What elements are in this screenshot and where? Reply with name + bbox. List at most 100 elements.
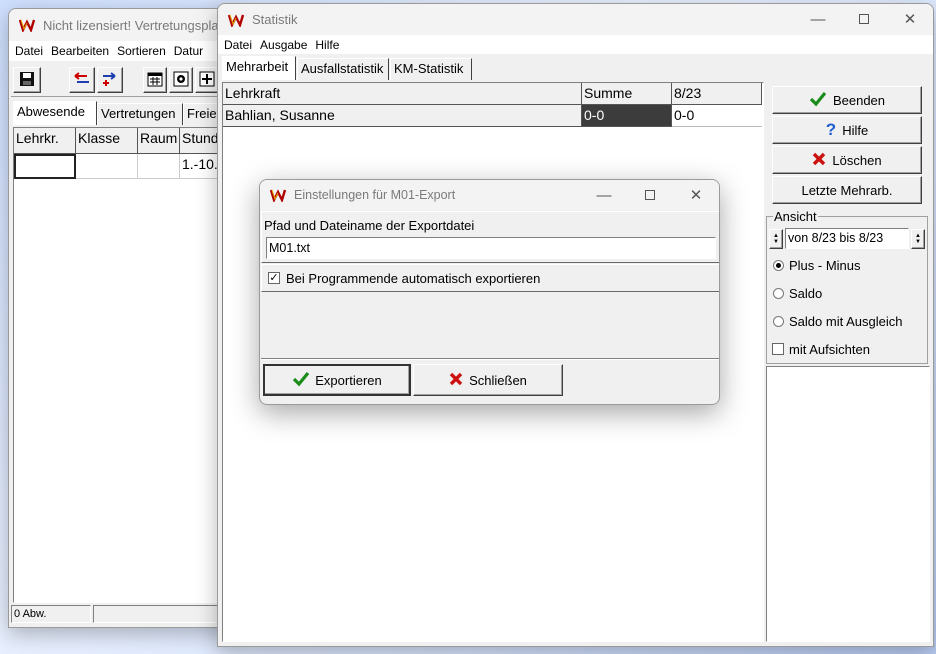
tab-mehrarbeit-label: Mehrarbeit: [226, 59, 289, 74]
arrow-left-icon: [73, 71, 91, 90]
tab-ausfallstatistik-label: Ausfallstatistik: [301, 61, 384, 76]
tab-abwesende[interactable]: Abwesende: [13, 101, 97, 125]
row-header-teacher[interactable]: Bahlian, Susanne: [223, 105, 582, 127]
tab-km-statistik-label: KM-Statistik: [394, 61, 464, 76]
grid-cell-raum[interactable]: [138, 154, 180, 179]
radio-saldo-label: Saldo: [789, 286, 823, 301]
column-header-raum[interactable]: Raum: [138, 128, 180, 154]
x-icon: [812, 152, 826, 169]
maximize-button[interactable]: [627, 180, 673, 210]
grid-cell-klasse[interactable]: [76, 154, 138, 179]
menu-datum[interactable]: Datur: [174, 44, 203, 58]
dialog-title: Einstellungen für M01-Export: [294, 188, 456, 202]
x-icon: [449, 372, 463, 389]
main-menubar: Datei Bearbeiten Sortieren Datur: [9, 41, 237, 61]
tab-abwesende-label: Abwesende: [17, 104, 85, 119]
beenden-button[interactable]: Beenden: [772, 86, 922, 114]
range-increment-button[interactable]: ▲ ▼: [911, 229, 925, 249]
range-field[interactable]: von 8/23 bis 8/23: [785, 228, 909, 249]
radio-saldo-indicator[interactable]: [773, 288, 784, 299]
move-right-button[interactable]: [97, 67, 123, 93]
tab-vertretungen-label: Vertretungen: [101, 106, 176, 121]
maximize-icon: [859, 14, 869, 24]
tab-mehrarbeit[interactable]: Mehrarbeit: [222, 56, 296, 80]
maximize-button[interactable]: [841, 4, 887, 34]
detail-panel[interactable]: [766, 366, 930, 642]
settings-button[interactable]: [169, 67, 193, 93]
arrow-plus-icon: [101, 71, 119, 90]
close-button[interactable]: ✕: [673, 180, 719, 210]
statistik-title: Statistik: [252, 12, 298, 27]
radio-plus-minus-label: Plus - Minus: [789, 258, 861, 273]
checkbox-aufsichten-box[interactable]: [772, 343, 784, 355]
schliessen-button[interactable]: Schließen: [413, 364, 563, 396]
minimize-button[interactable]: —: [581, 180, 627, 210]
spin-down-icon: ▼: [773, 239, 779, 245]
abwesende-grid[interactable]: Lehrkr. Klasse Raum Stund 1.-10.: [13, 127, 237, 603]
main-window-title: Nicht lizensiert! Vertretungsplan f: [43, 17, 234, 33]
schliessen-label: Schließen: [469, 372, 527, 388]
spin-down-icon: ▼: [915, 239, 921, 245]
menu-hilfe[interactable]: Hilfe: [315, 38, 339, 52]
column-header-month[interactable]: 8/23: [672, 83, 762, 105]
auto-export-checkbox[interactable]: ✓: [268, 272, 280, 284]
radio-saldo-ausgleich[interactable]: Saldo mit Ausgleich: [771, 313, 927, 331]
save-button[interactable]: [13, 67, 41, 93]
tab-freie-label: Freie: [187, 106, 217, 121]
close-icon: ✕: [689, 187, 703, 204]
hilfe-button[interactable]: ? Hilfe: [772, 116, 922, 144]
auto-export-label: Bei Programmende automatisch exportieren: [286, 271, 541, 286]
range-text: von 8/23 bis 8/23: [788, 231, 884, 245]
checkbox-aufsichten[interactable]: mit Aufsichten: [771, 341, 921, 359]
exportieren-button[interactable]: Exportieren: [263, 364, 411, 396]
dialog-titlebar: Einstellungen für M01-Export — ✕: [260, 180, 719, 210]
main-titlebar: Nicht lizensiert! Vertretungsplan f: [9, 9, 237, 41]
menu-ausgabe[interactable]: Ausgabe: [260, 38, 307, 52]
save-icon: [19, 71, 35, 90]
minimize-icon: —: [596, 186, 612, 204]
move-left-button[interactable]: [69, 67, 95, 93]
grid-button[interactable]: [195, 67, 219, 93]
letzte-mehrarbeit-button[interactable]: Letzte Mehrarb.: [772, 176, 922, 204]
path-label: Pfad und Dateiname der Exportdatei: [264, 218, 475, 233]
statistik-caption-buttons: — ✕: [795, 4, 933, 34]
minimize-button[interactable]: —: [795, 4, 841, 34]
cell-summe[interactable]: 0-0: [582, 105, 672, 127]
range-decrement-button[interactable]: ▲ ▼: [769, 229, 783, 249]
loeschen-button[interactable]: Löschen: [772, 146, 922, 174]
statistik-titlebar: Statistik — ✕: [218, 4, 933, 35]
radio-saldo[interactable]: Saldo: [771, 285, 921, 303]
statistik-menubar: Datei Ausgabe Hilfe: [218, 35, 933, 54]
main-toolbar: [11, 65, 237, 97]
radio-plus-minus-indicator[interactable]: [773, 260, 784, 271]
tab-vertretungen[interactable]: Vertretungen: [97, 103, 183, 125]
column-header-klasse[interactable]: Klasse: [76, 128, 138, 154]
tab-km-statistik[interactable]: KM-Statistik: [390, 58, 472, 80]
help-icon: ?: [825, 120, 837, 139]
menu-bearbeiten[interactable]: Bearbeiten: [51, 44, 109, 58]
close-icon: ✕: [903, 11, 917, 28]
check-icon: [809, 91, 827, 110]
menu-datei[interactable]: Datei: [224, 38, 252, 52]
column-header-lehrkr[interactable]: Lehrkr.: [14, 128, 76, 154]
hilfe-label: Hilfe: [842, 122, 869, 138]
tab-ausfallstatistik[interactable]: Ausfallstatistik: [297, 58, 389, 80]
main-window: Nicht lizensiert! Vertretungsplan f Date…: [8, 8, 238, 628]
grid-cell-lehrkr[interactable]: [14, 154, 76, 179]
column-header-lehrkraft[interactable]: Lehrkraft: [223, 83, 582, 105]
path-section: Pfad und Dateiname der Exportdatei M01.t…: [261, 211, 719, 263]
menu-datei[interactable]: Datei: [15, 44, 43, 58]
path-input[interactable]: M01.txt: [266, 237, 716, 259]
app-logo-icon: [270, 187, 286, 203]
loeschen-label: Löschen: [832, 152, 882, 168]
close-button[interactable]: ✕: [887, 4, 933, 34]
menu-sortieren[interactable]: Sortieren: [117, 44, 166, 58]
cell-month[interactable]: 0-0: [672, 105, 762, 127]
column-header-summe[interactable]: Summe: [582, 83, 672, 105]
status-text: 0 Abw.: [14, 608, 47, 620]
app-logo-icon: [228, 12, 244, 28]
radio-saldo-ausgleich-indicator[interactable]: [773, 316, 784, 327]
exportieren-label: Exportieren: [315, 372, 382, 388]
calendar-button[interactable]: [143, 67, 167, 93]
radio-plus-minus[interactable]: Plus - Minus: [771, 257, 921, 275]
